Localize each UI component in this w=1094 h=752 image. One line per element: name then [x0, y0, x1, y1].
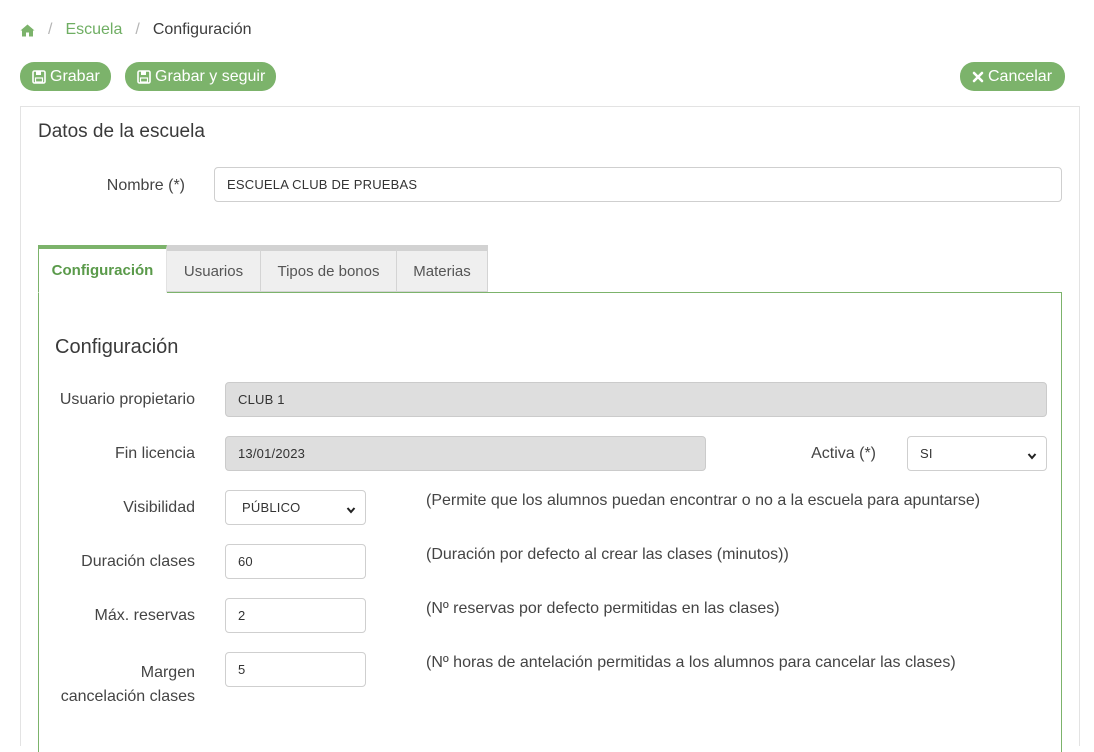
- breadcrumb-escuela-link[interactable]: Escuela: [65, 21, 122, 39]
- license-end-label: Fin licencia: [114, 445, 195, 462]
- panel-title: Datos de la escuela: [38, 121, 205, 142]
- tab-configuracion[interactable]: Configuración: [38, 245, 167, 293]
- active-select[interactable]: SI: [907, 436, 1047, 471]
- cancel-button[interactable]: Cancelar: [960, 62, 1065, 91]
- cancel-margin-input[interactable]: 5: [225, 652, 366, 687]
- cancel-margin-label-line2: cancelación clases: [60, 688, 195, 705]
- visibility-select-value: PÚBLICO: [242, 500, 301, 515]
- chevron-down-icon: [1027, 449, 1037, 464]
- save-and-continue-button[interactable]: Grabar y seguir: [125, 62, 276, 91]
- cancel-button-label: Cancelar: [988, 67, 1053, 85]
- breadcrumb-current: Configuración: [152, 21, 252, 38]
- breadcrumb-separator: /: [48, 21, 53, 38]
- save-button-label: Grabar: [50, 67, 100, 85]
- floppy-disk-icon: [137, 69, 151, 84]
- nombre-input[interactable]: ESCUELA CLUB DE PRUEBAS: [214, 167, 1062, 202]
- close-icon: [972, 71, 984, 83]
- school-panel: Datos de la escuela Nombre (*) ESCUELA C…: [20, 106, 1080, 752]
- tab-usuarios[interactable]: Usuarios: [166, 245, 261, 292]
- breadcrumb: / Escuela / Configuración: [20, 19, 252, 41]
- visibility-label: Visibilidad: [123, 499, 195, 516]
- visibility-select[interactable]: PÚBLICO: [225, 490, 366, 525]
- license-end-field: 13/01/2023: [225, 436, 706, 471]
- active-select-value: SI: [920, 446, 933, 461]
- save-button[interactable]: Grabar: [20, 62, 111, 91]
- cancel-margin-label: Margen cancelación clases: [39, 661, 195, 709]
- visibility-hint: (Permite que los alumnos puedan encontra…: [426, 492, 981, 509]
- breadcrumb-separator: /: [135, 21, 140, 38]
- tab-tipos-de-bonos[interactable]: Tipos de bonos: [260, 245, 397, 292]
- cancel-margin-label-line1: Margen: [140, 664, 195, 681]
- tab-content-configuracion: Configuración Usuario propietario CLUB 1…: [38, 292, 1062, 752]
- duration-input[interactable]: 60: [225, 544, 366, 579]
- max-bookings-label: Máx. reservas: [94, 607, 195, 624]
- owner-label: Usuario propietario: [59, 391, 195, 408]
- home-icon[interactable]: [20, 24, 35, 37]
- cancel-margin-hint: (Nº horas de antelación permitidas a los…: [426, 654, 956, 671]
- max-bookings-hint: (Nº reservas por defecto permitidas en l…: [426, 600, 780, 617]
- tab-materias[interactable]: Materias: [396, 245, 488, 292]
- nombre-label: Nombre (*): [106, 177, 185, 194]
- duration-label: Duración clases: [81, 553, 195, 570]
- duration-hint: (Duración por defecto al crear las clase…: [426, 546, 789, 563]
- owner-field: CLUB 1: [225, 382, 1047, 417]
- chevron-down-icon: [346, 503, 356, 518]
- tab-bar: Configuración Usuarios Tipos de bonos Ma…: [38, 245, 488, 293]
- active-label: Activa (*): [811, 445, 876, 462]
- save-and-continue-label: Grabar y seguir: [155, 67, 266, 85]
- floppy-disk-icon: [32, 69, 46, 84]
- section-title: Configuración: [55, 336, 179, 358]
- max-bookings-input[interactable]: 2: [225, 598, 366, 633]
